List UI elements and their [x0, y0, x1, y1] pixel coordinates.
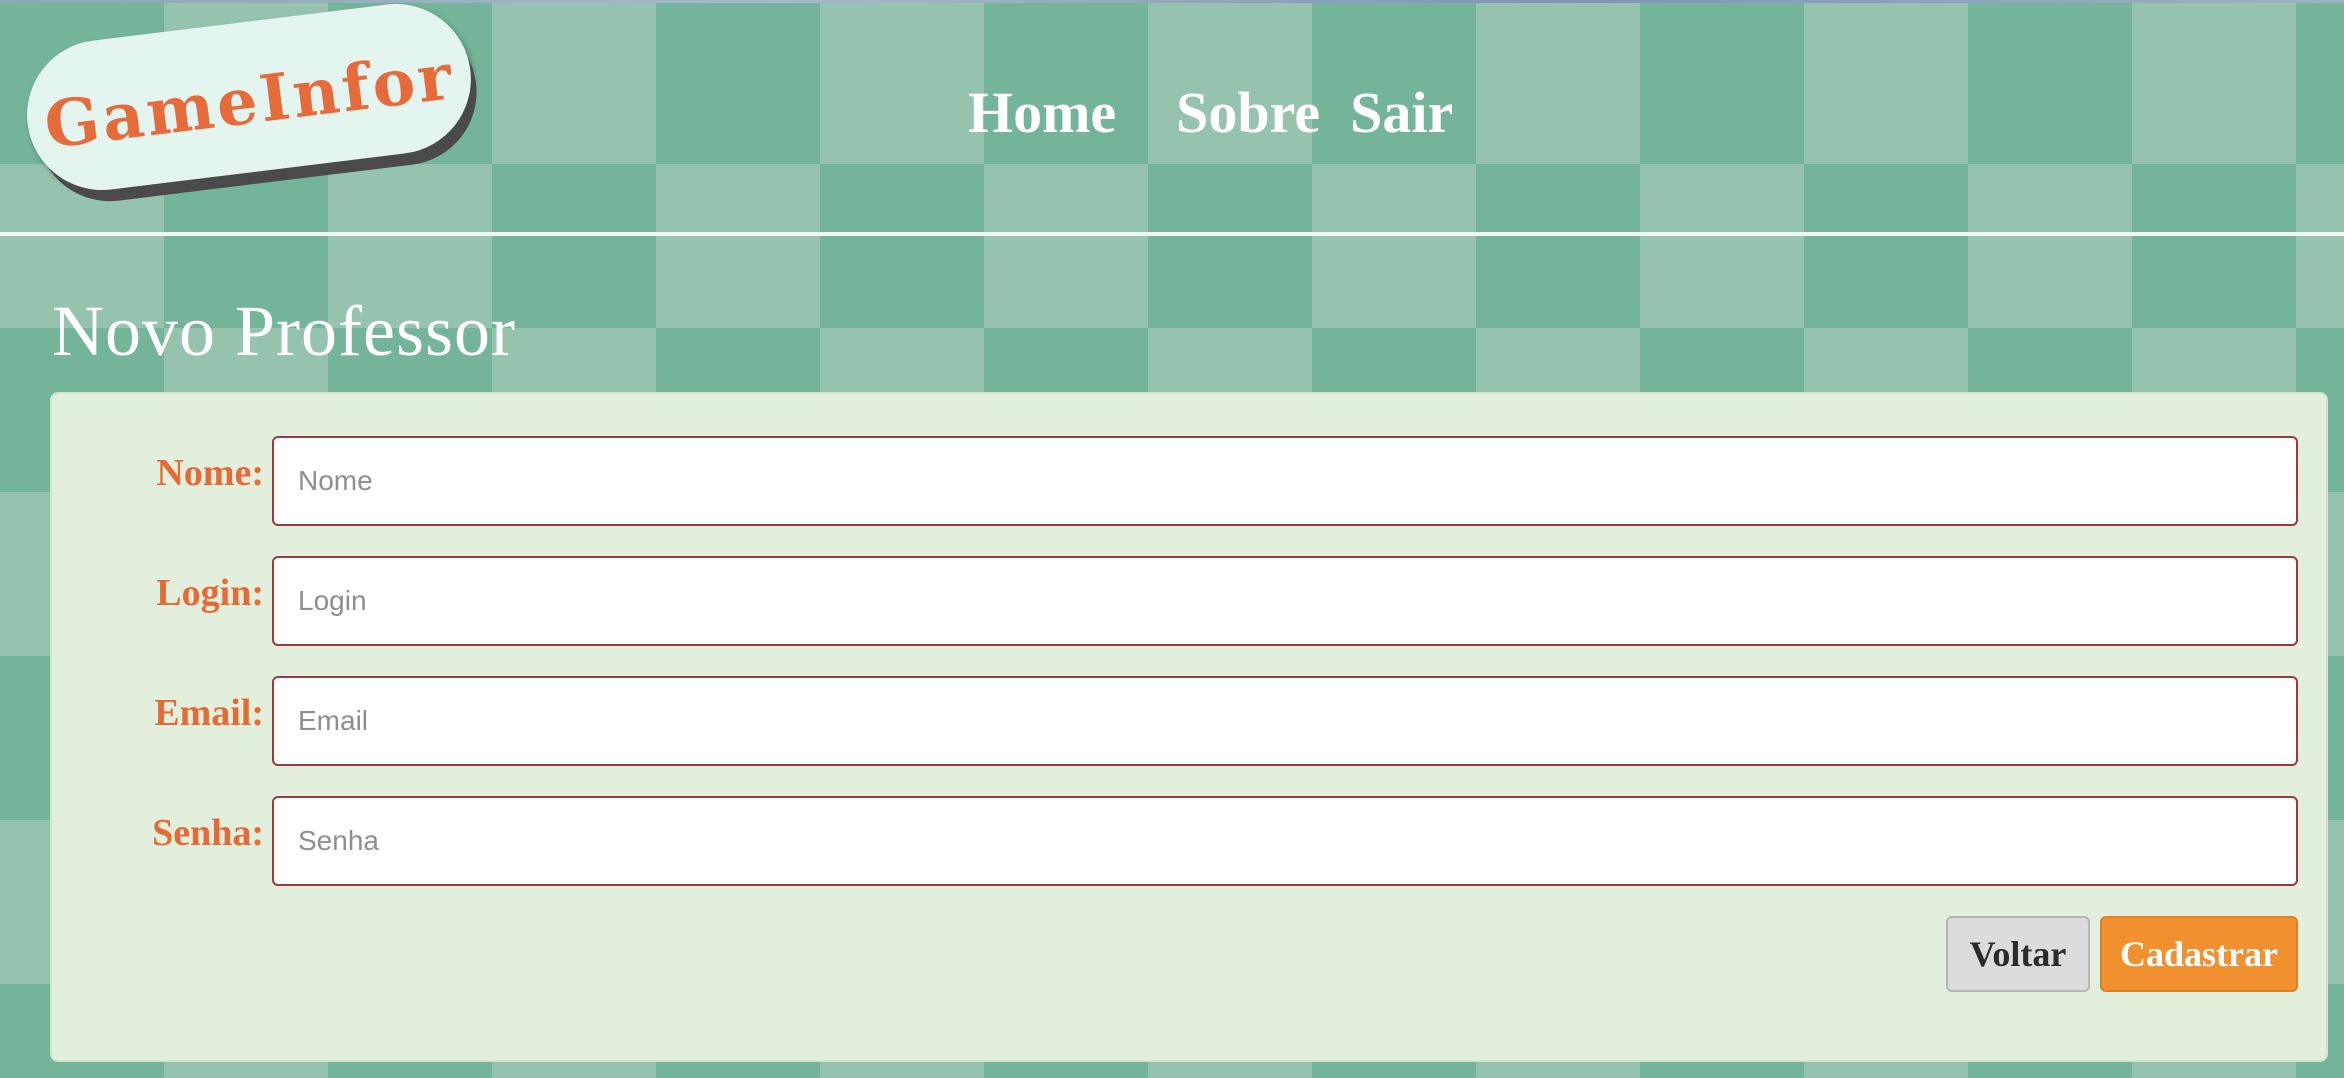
login-input[interactable]	[272, 556, 2298, 646]
back-button[interactable]: Voltar	[1946, 916, 2090, 992]
submit-button[interactable]: Cadastrar	[2100, 916, 2298, 992]
email-input[interactable]	[272, 676, 2298, 766]
logo-text: GameInfor	[40, 38, 459, 164]
site-header: GameInfor Home Sobre Sair	[0, 0, 2344, 236]
form-row-nome: Nome:	[52, 436, 2330, 526]
nav-sobre-link[interactable]: Sobre	[1176, 80, 1320, 146]
nav-home-link[interactable]: Home	[968, 80, 1116, 146]
form-row-login: Login:	[52, 556, 2330, 646]
email-label: Email:	[154, 692, 264, 734]
form-row-email: Email:	[52, 676, 2330, 766]
page-title: Novo Professor	[52, 291, 516, 371]
main-nav: Home Sobre Sair	[968, 80, 1453, 146]
nome-input[interactable]	[272, 436, 2298, 526]
nome-label: Nome:	[156, 452, 264, 494]
logo[interactable]: GameInfor	[18, 0, 480, 199]
new-professor-form: Nome: Login: Email: Senha: Voltar Cadast…	[50, 392, 2328, 1062]
nav-sair-link[interactable]: Sair	[1350, 80, 1453, 146]
senha-label: Senha:	[152, 812, 264, 854]
login-label: Login:	[156, 572, 264, 614]
form-row-senha: Senha:	[52, 796, 2330, 886]
header-divider	[0, 232, 2344, 236]
senha-input[interactable]	[272, 796, 2298, 886]
